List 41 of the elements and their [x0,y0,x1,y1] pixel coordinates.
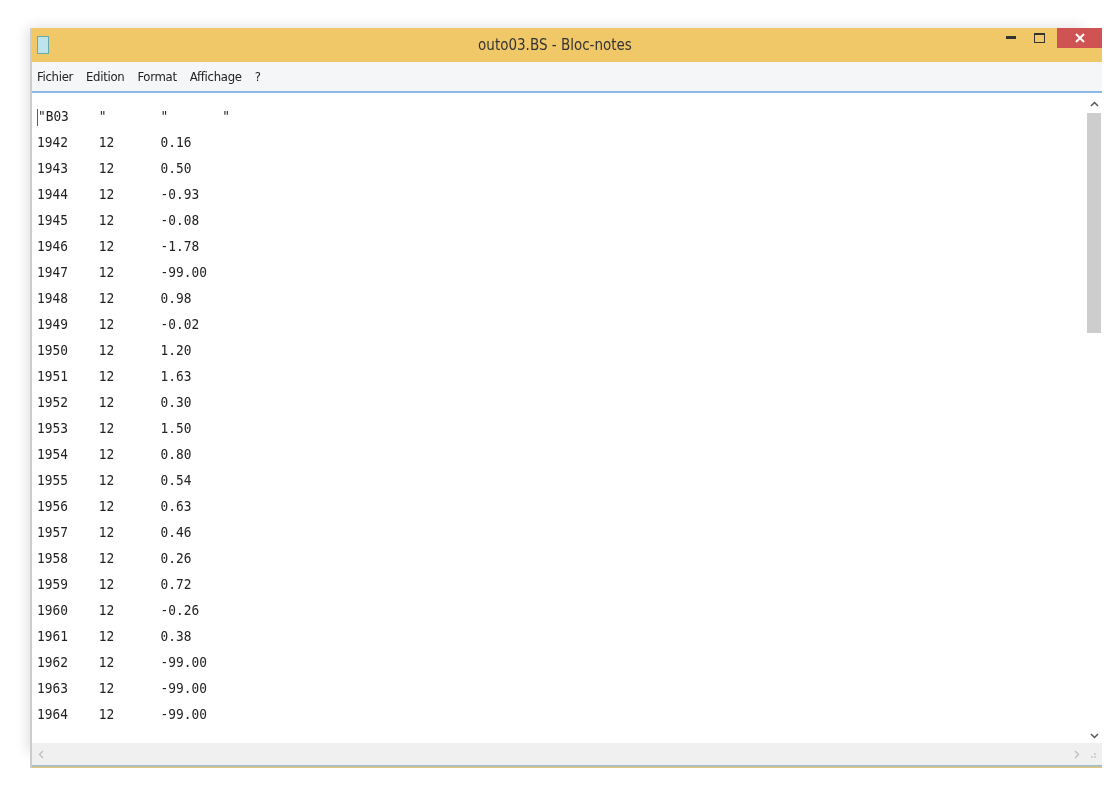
maximize-icon [1033,33,1045,43]
text-line: 1950 12 1.20 [37,341,192,360]
text-line: 1949 12 -0.02 [37,315,200,334]
text-line: 1961 12 0.38 [37,627,192,646]
text-line: 1960 12 -0.26 [37,601,200,620]
window-title: outo03.BS - Bloc-notes [477,36,633,54]
scroll-up-icon[interactable] [1089,101,1099,107]
scrollbar-thumb[interactable] [1087,113,1101,333]
text-line: 1958 12 0.26 [37,549,192,568]
text-line: 1953 12 1.50 [37,419,192,438]
notepad-icon [37,36,49,54]
text-line: 1956 12 0.63 [37,497,192,516]
text-line: 1952 12 0.30 [37,393,192,412]
text-line: 1943 12 0.50 [37,159,192,178]
text-line: 1959 12 0.72 [37,575,192,594]
text-line: 1944 12 -0.93 [37,185,200,204]
minimize-icon [1006,36,1016,40]
text-line: 1948 12 0.98 [37,289,192,308]
text-line: 1946 12 -1.78 [37,237,200,256]
text-line: 1951 12 1.63 [37,367,192,386]
close-button[interactable] [1057,28,1102,48]
scroll-down-icon[interactable] [1089,733,1099,739]
scroll-left-icon[interactable] [38,749,44,759]
menu-item[interactable]: Format [137,69,177,84]
text-line: 1942 12 0.16 [37,133,192,152]
text-line: 1962 12 -99.00 [37,653,207,672]
menu-item[interactable]: Edition [86,69,125,84]
menu-item[interactable]: Affichage [189,69,242,84]
text-line: 1947 12 -99.00 [37,263,207,282]
resize-grip-icon[interactable] [1088,750,1096,758]
text-line: 1964 12 -99.00 [37,705,207,724]
text-line: 1957 12 0.46 [37,523,192,542]
text-line: 1963 12 -99.00 [37,679,207,698]
text-line: 1954 12 0.80 [37,445,192,464]
text-line: "B03 " " " [37,107,231,128]
close-icon [1074,33,1085,43]
scroll-right-icon[interactable] [1074,749,1080,759]
text-line: 1945 12 -0.08 [37,211,200,230]
menu-item[interactable]: ? [254,69,261,84]
text-line: 1955 12 0.54 [37,471,192,490]
menu-item[interactable]: Fichier [37,69,74,84]
